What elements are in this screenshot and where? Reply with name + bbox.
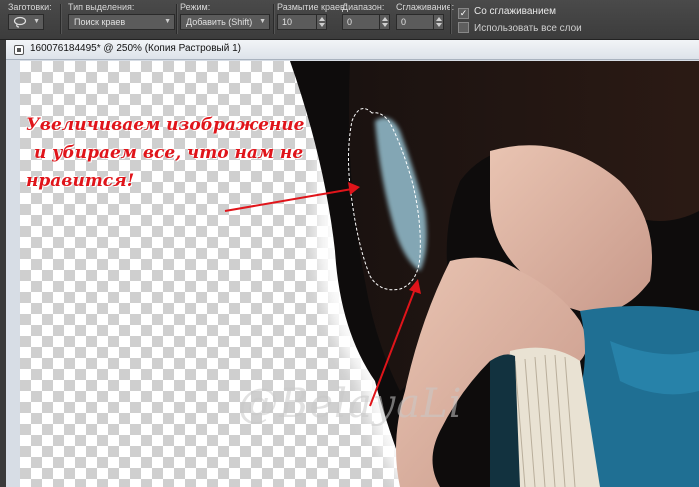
selection-type-value: Поиск краев (74, 17, 126, 27)
lasso-icon (13, 16, 27, 28)
feather-stepper[interactable]: 10 (277, 14, 327, 30)
mode-label: Режим: (180, 2, 211, 12)
arrow-up-icon (319, 17, 325, 21)
chevron-down-icon: ▼ (33, 18, 40, 25)
selection-type-dropdown[interactable]: Поиск краев ▼ (68, 14, 175, 30)
document-title: 160076184495* @ 250% (Копия Растровый 1) (30, 43, 241, 54)
range-value: 0 (347, 17, 353, 27)
use-all-layers-label: Использовать все слои (474, 23, 582, 34)
document-icon (14, 45, 24, 55)
mode-value: Добавить (Shift) (186, 17, 253, 27)
watermark: @BelayaLi (238, 381, 463, 427)
document-window: 160076184495* @ 250% (Копия Растровый 1) (6, 40, 699, 487)
annotation-text: Увеличиваем изображение и убираем все, ч… (26, 111, 305, 195)
arrow-down-icon (436, 23, 442, 27)
smoothing-label: Сглаживание: (396, 2, 455, 12)
annotation-line-2: и убираем все, что нам не (34, 143, 304, 163)
separator (176, 4, 177, 34)
presets-dropdown[interactable]: ▼ (8, 14, 44, 30)
arrow-up-icon (436, 17, 442, 21)
mode-dropdown[interactable]: Добавить (Shift) ▼ (180, 14, 270, 30)
document-titlebar[interactable]: 160076184495* @ 250% (Копия Растровый 1) (6, 40, 699, 60)
tool-options-bar: Заготовки: ▼ Тип выделения: Поиск краев … (0, 0, 699, 40)
annotation-line-1: Увеличиваем изображение (26, 115, 305, 135)
checkbox-icon (458, 22, 469, 33)
smoothing-value: 0 (401, 17, 407, 27)
stepper-buttons[interactable] (433, 15, 443, 29)
smoothing-stepper[interactable]: 0 (396, 14, 444, 30)
feather-value: 10 (282, 17, 293, 27)
use-all-layers-checkbox[interactable]: Использовать все слои (458, 22, 582, 34)
chevron-down-icon: ▼ (164, 18, 171, 25)
arrow-up-icon (382, 17, 388, 21)
chevron-down-icon: ▼ (259, 18, 266, 25)
presets-label: Заготовки: (8, 2, 52, 12)
checkbox-checked-icon: ✓ (458, 8, 469, 19)
arrow-down-icon (382, 23, 388, 27)
range-stepper[interactable]: 0 (342, 14, 390, 30)
stepper-buttons[interactable] (316, 15, 326, 29)
annotation-line-3: нравится! (26, 171, 135, 191)
range-label: Диапазон: (342, 2, 385, 12)
separator (60, 4, 61, 34)
antialias-label: Со сглаживанием (474, 6, 556, 17)
separator (273, 4, 274, 34)
selection-type-label: Тип выделения: (68, 2, 135, 12)
separator (450, 4, 451, 34)
image-canvas[interactable]: Увеличиваем изображение и убираем все, ч… (20, 61, 699, 487)
stepper-buttons[interactable] (379, 15, 389, 29)
feather-label: Размытие краев: (277, 2, 348, 12)
arrow-down-icon (319, 23, 325, 27)
antialias-checkbox[interactable]: ✓ Со сглаживанием (458, 6, 556, 19)
